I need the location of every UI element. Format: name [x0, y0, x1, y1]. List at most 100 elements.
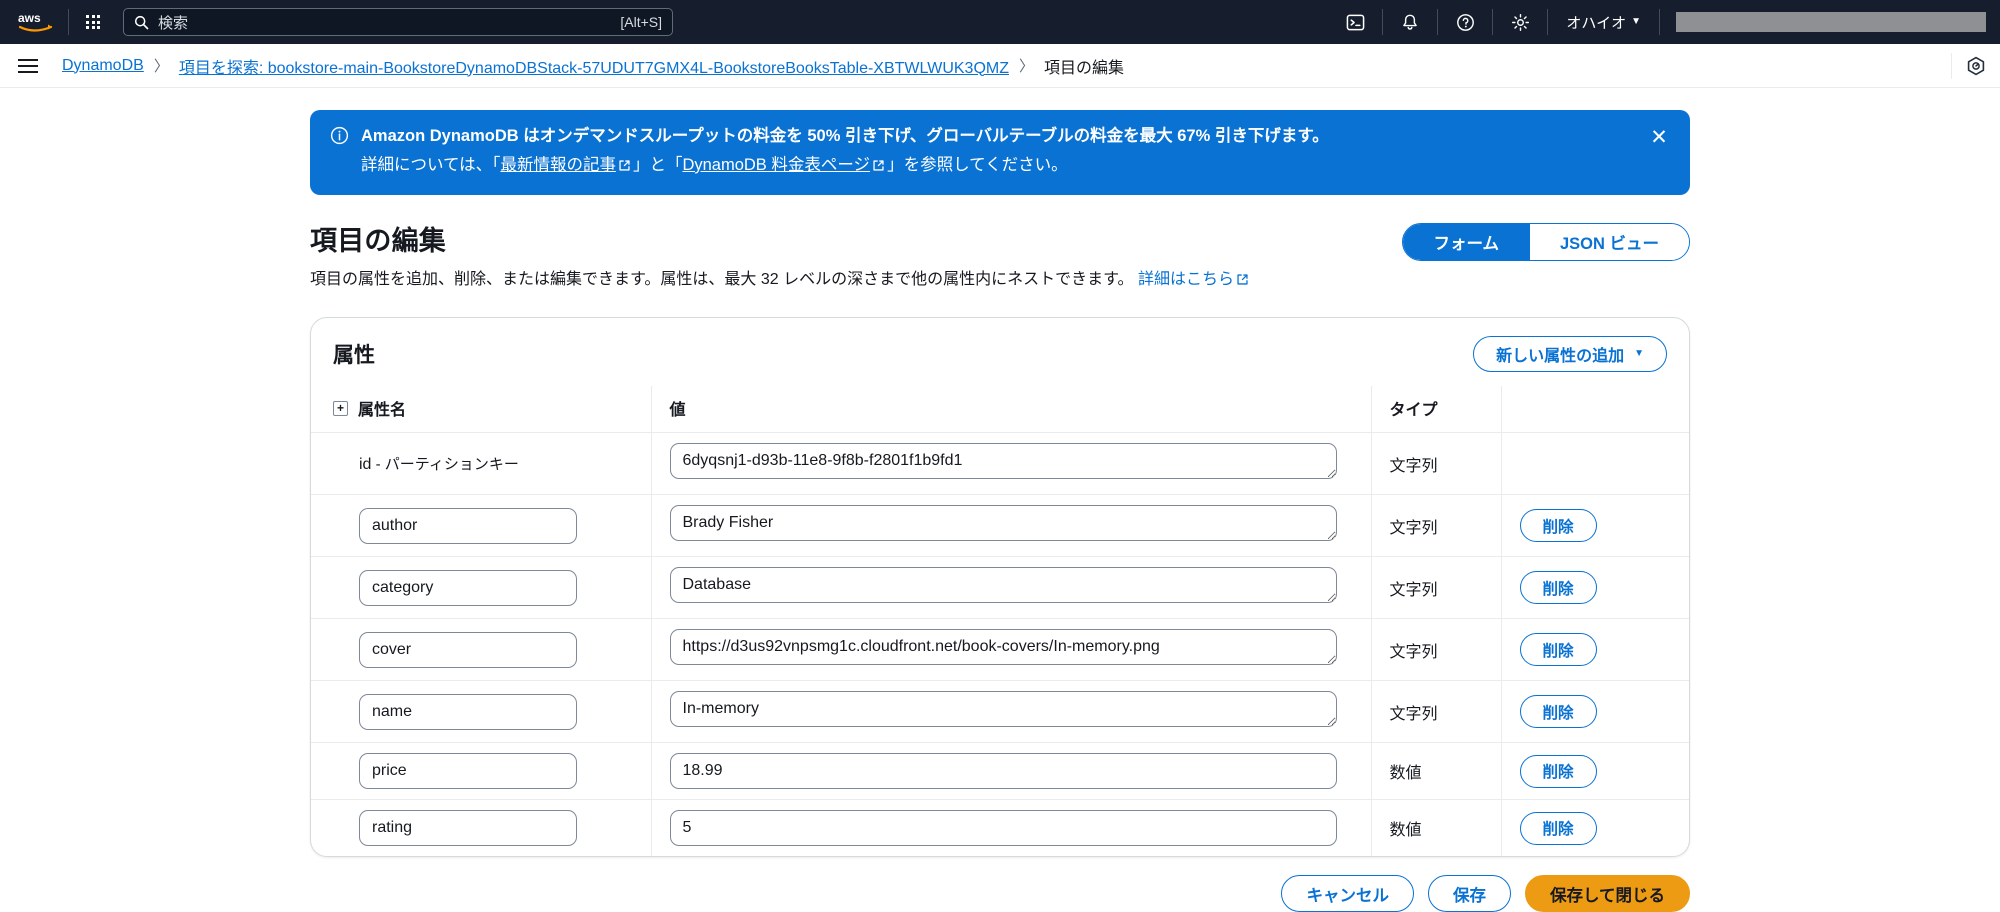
- attribute-value-input[interactable]: [669, 505, 1337, 542]
- attribute-value-cell: [650, 432, 1371, 496]
- delete-attribute-button[interactable]: 削除: [1519, 509, 1597, 543]
- attribute-name-cell: [311, 742, 651, 801]
- table-row: id - パーティションキー 文字列: [311, 432, 1689, 496]
- banner-detail-prefix: 詳細については、「: [361, 155, 501, 174]
- external-link-icon: [618, 155, 631, 181]
- attribute-action-cell: 削除: [1500, 742, 1689, 801]
- toggle-form-view[interactable]: フォーム: [1403, 224, 1529, 261]
- delete-attribute-button[interactable]: 削除: [1519, 633, 1597, 667]
- attribute-value-input[interactable]: [669, 629, 1337, 666]
- attribute-action-cell: 削除: [1500, 799, 1689, 857]
- attribute-value-input[interactable]: [669, 753, 1337, 790]
- delete-attribute-button[interactable]: 削除: [1519, 811, 1597, 845]
- attribute-type-cell: 文字列: [1370, 432, 1501, 496]
- attribute-type-cell: 数値: [1370, 799, 1501, 857]
- nav-divider: [1659, 9, 1660, 35]
- nav-divider: [68, 9, 69, 35]
- breadcrumb: DynamoDB 〉 項目を探索: bookstore-main-Booksto…: [62, 54, 1124, 78]
- learn-more-link[interactable]: 詳細はこちら: [1138, 271, 1234, 288]
- delete-attribute-button[interactable]: 削除: [1519, 695, 1597, 729]
- column-header-actions: [1500, 386, 1689, 434]
- close-icon[interactable]: ✕: [1646, 124, 1672, 150]
- breadcrumb-separator: 〉: [153, 58, 169, 75]
- delete-attribute-button[interactable]: 削除: [1519, 754, 1597, 788]
- region-selector[interactable]: オハイオ ▼: [1554, 5, 1653, 39]
- banner-detail: 詳細については、「最新情報の記事 」と「DynamoDB 料金表ページ 」を参照して…: [361, 153, 1636, 181]
- attribute-name-input[interactable]: [359, 753, 577, 790]
- search-placeholder: 検索: [158, 14, 189, 32]
- attribute-action-cell: 削除: [1500, 618, 1689, 682]
- account-menu[interactable]: [1676, 12, 1986, 32]
- bell-icon[interactable]: [1389, 5, 1431, 39]
- delete-attribute-button[interactable]: 削除: [1519, 571, 1597, 605]
- main-content: Amazon DynamoDB はオンデマンドスループットの料金を 50% 引き…: [0, 88, 2000, 912]
- attribute-type-cell: 文字列: [1370, 556, 1501, 620]
- attribute-name-cell: [311, 618, 651, 682]
- attribute-name-input[interactable]: [359, 631, 577, 668]
- attribute-value-cell: [650, 494, 1371, 558]
- breadcrumb-item-dynamodb[interactable]: DynamoDB: [62, 57, 144, 75]
- attribute-value-input[interactable]: [669, 691, 1337, 728]
- table-row: 数値 削除: [311, 799, 1689, 857]
- cloudshell-icon[interactable]: [1334, 5, 1376, 39]
- banner-detail-suffix: 」を参照してください。: [887, 155, 1068, 174]
- search-icon: [134, 15, 149, 30]
- attributes-table-body: id - パーティションキー 文字列: [311, 432, 1689, 857]
- attribute-value-input[interactable]: [669, 810, 1337, 847]
- attributes-table: + 属性名 値 タイプ id - パーティションキー 6dyqsnj1-d93b…: [311, 386, 1689, 857]
- toggle-json-view[interactable]: JSON ビュー: [1528, 224, 1689, 261]
- nav-divider: [1437, 9, 1439, 35]
- feedback-icon[interactable]: [1952, 44, 2000, 88]
- breadcrumb-item-explore-items[interactable]: 項目を探索: bookstore-main-BookstoreDynamoDBS…: [179, 54, 1009, 78]
- attribute-value-cell: [650, 556, 1371, 620]
- attribute-value-input[interactable]: [669, 443, 1337, 480]
- save-and-close-button[interactable]: 保存して閉じる: [1524, 875, 1690, 912]
- add-new-attribute-label: 新しい属性の追加: [1496, 348, 1625, 366]
- column-header-name-label: 属性名: [358, 402, 407, 420]
- expand-all-icon[interactable]: +: [333, 400, 348, 416]
- column-header-value: 値: [650, 386, 1371, 434]
- app-grid-icon[interactable]: [75, 6, 111, 38]
- gear-icon[interactable]: [1499, 5, 1541, 39]
- attribute-name-cell: [311, 680, 651, 744]
- attribute-key-label: id - パーティションキー: [333, 453, 651, 474]
- attributes-table-head: + 属性名 値 タイプ: [311, 386, 1689, 434]
- footer-actions: キャンセル 保存 保存して閉じる: [310, 875, 1690, 912]
- topnav-right-group: オハイオ ▼: [1334, 5, 1990, 39]
- top-navigation-bar: aws 検索 [Alt+S] オハイオ ▼: [0, 0, 2000, 44]
- save-button[interactable]: 保存: [1427, 875, 1511, 912]
- cancel-button[interactable]: キャンセル: [1281, 875, 1414, 912]
- page-header-text: 項目の編集 項目の属性を追加、削除、または編集できます。属性は、最大 32 レベ…: [310, 219, 1251, 291]
- table-header-row: + 属性名 値 タイプ: [311, 386, 1689, 434]
- hamburger-icon[interactable]: [18, 53, 44, 79]
- page-title: 項目の編集: [310, 226, 446, 257]
- attribute-action-cell: 削除: [1500, 680, 1689, 744]
- add-new-attribute-button[interactable]: 新しい属性の追加 ▼: [1473, 336, 1667, 373]
- attributes-panel-title: 属性: [333, 344, 375, 368]
- attribute-name-input[interactable]: [359, 810, 577, 847]
- external-link-icon: [872, 155, 885, 181]
- attribute-name-input[interactable]: [359, 569, 577, 606]
- attribute-name-input[interactable]: [359, 507, 577, 544]
- table-row: 文字列 削除: [311, 680, 1689, 744]
- help-icon[interactable]: [1444, 5, 1486, 39]
- attribute-name-cell: [311, 556, 651, 620]
- attributes-panel: 属性 新しい属性の追加 ▼ + 属性名 値 タイプ id - パーティションキー…: [310, 317, 1690, 858]
- search-input[interactable]: 検索 [Alt+S]: [123, 8, 673, 36]
- attribute-value-cell: [650, 799, 1371, 857]
- pricing-announcement-banner: Amazon DynamoDB はオンデマンドスループットの料金を 50% 引き…: [310, 110, 1690, 196]
- region-label: オハイオ: [1566, 14, 1627, 32]
- attribute-name-text: id: [359, 456, 372, 474]
- attribute-name-input[interactable]: [359, 693, 577, 730]
- attribute-type-cell: 文字列: [1370, 494, 1501, 558]
- aws-logo[interactable]: aws: [14, 7, 58, 37]
- view-mode-toggle: フォーム JSON ビュー: [1402, 223, 1690, 262]
- attribute-value-cell: [650, 742, 1371, 801]
- banner-link-whats-new[interactable]: 最新情報の記事: [500, 156, 616, 174]
- attribute-value-input[interactable]: [669, 567, 1337, 604]
- banner-link-pricing[interactable]: DynamoDB 料金表ページ: [682, 156, 870, 174]
- breadcrumb-separator: 〉: [1019, 58, 1035, 75]
- table-row: 数値 削除: [311, 742, 1689, 801]
- banner-detail-mid: 」と「: [632, 155, 683, 174]
- attribute-action-cell: [1500, 432, 1689, 496]
